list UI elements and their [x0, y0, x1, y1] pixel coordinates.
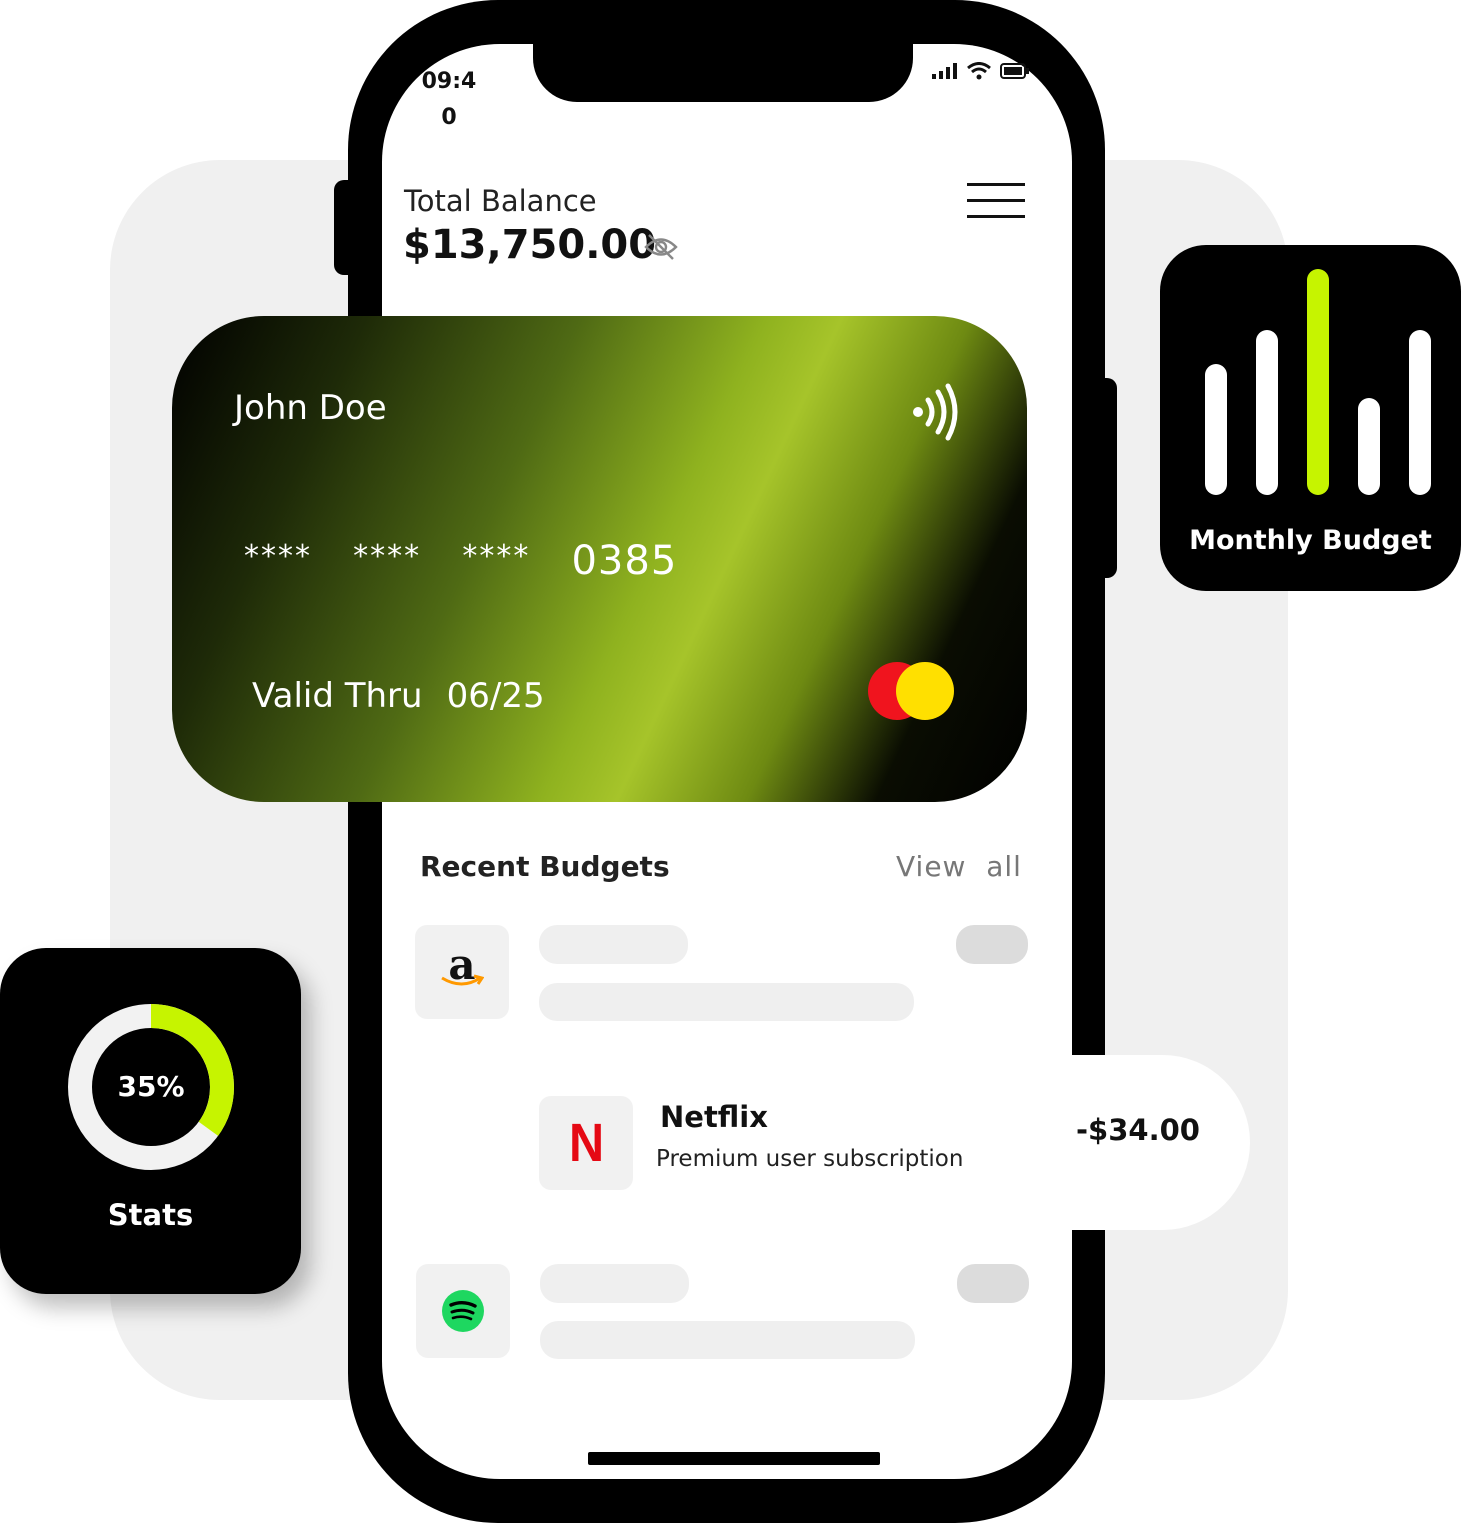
valid-thru-label: Valid Thru	[252, 676, 423, 716]
spotify-icon[interactable]	[416, 1264, 510, 1358]
placeholder-amount	[956, 925, 1028, 964]
card-mask-group: ****	[244, 539, 312, 574]
menu-icon[interactable]	[967, 183, 1025, 219]
transaction-description: Premium user subscription	[656, 1146, 964, 1172]
status-time: 09:40	[421, 69, 477, 130]
amazon-icon[interactable]: a	[415, 925, 509, 1019]
home-indicator[interactable]	[588, 1452, 880, 1465]
placeholder-subtitle	[539, 983, 914, 1021]
netflix-logo-letter: N	[568, 1113, 604, 1173]
stats-label: Stats	[107, 1198, 194, 1232]
placeholder-subtitle	[540, 1321, 915, 1359]
contactless-icon	[913, 383, 958, 441]
spotify-logo-icon	[442, 1290, 484, 1332]
stats-widget[interactable]: 35% Stats	[0, 948, 301, 1294]
phone-notch	[533, 44, 913, 102]
card-mask-group: ****	[462, 539, 531, 574]
mastercard-logo-icon	[868, 662, 958, 722]
card-expiry: 06/25	[446, 676, 545, 716]
placeholder-amount	[957, 1264, 1029, 1303]
eye-off-icon[interactable]	[644, 232, 678, 262]
recent-budgets-title: Recent Budgets	[420, 850, 670, 883]
credit-card[interactable]: John Doe **** **** **** 0385 Valid Thru 0…	[172, 316, 1027, 802]
monthly-budget-widget[interactable]: Monthly Budget	[1160, 245, 1461, 591]
budget-bar	[1205, 364, 1227, 495]
amazon-smile-icon	[441, 974, 484, 986]
budget-bar	[1307, 269, 1329, 495]
netflix-icon[interactable]: N	[539, 1096, 633, 1190]
placeholder-title	[540, 1264, 689, 1303]
card-number: **** **** **** 0385	[244, 538, 677, 584]
transaction-name: Netflix	[660, 1100, 768, 1134]
battery-icon	[1000, 63, 1029, 79]
status-icons	[932, 62, 1030, 80]
transaction-amount: -$34.00	[1076, 1113, 1200, 1147]
wifi-icon	[967, 62, 991, 80]
budget-bar	[1358, 398, 1380, 495]
budget-bar	[1409, 330, 1431, 495]
card-valid-thru: Valid Thru 06/25	[252, 676, 545, 716]
view-all-link[interactable]: View all	[896, 850, 1022, 883]
card-holder-name: John Doe	[234, 388, 387, 428]
monthly-budget-label: Monthly Budget	[1189, 525, 1432, 556]
total-balance-label: Total Balance	[404, 184, 597, 218]
signal-icon	[932, 63, 957, 79]
total-balance-amount: $13,750.00	[403, 222, 657, 268]
placeholder-title	[539, 925, 688, 964]
card-last4: 0385	[571, 538, 678, 584]
stats-percent: 35%	[117, 1070, 185, 1103]
budget-bar	[1256, 330, 1278, 495]
card-mask-group: ****	[353, 539, 422, 574]
